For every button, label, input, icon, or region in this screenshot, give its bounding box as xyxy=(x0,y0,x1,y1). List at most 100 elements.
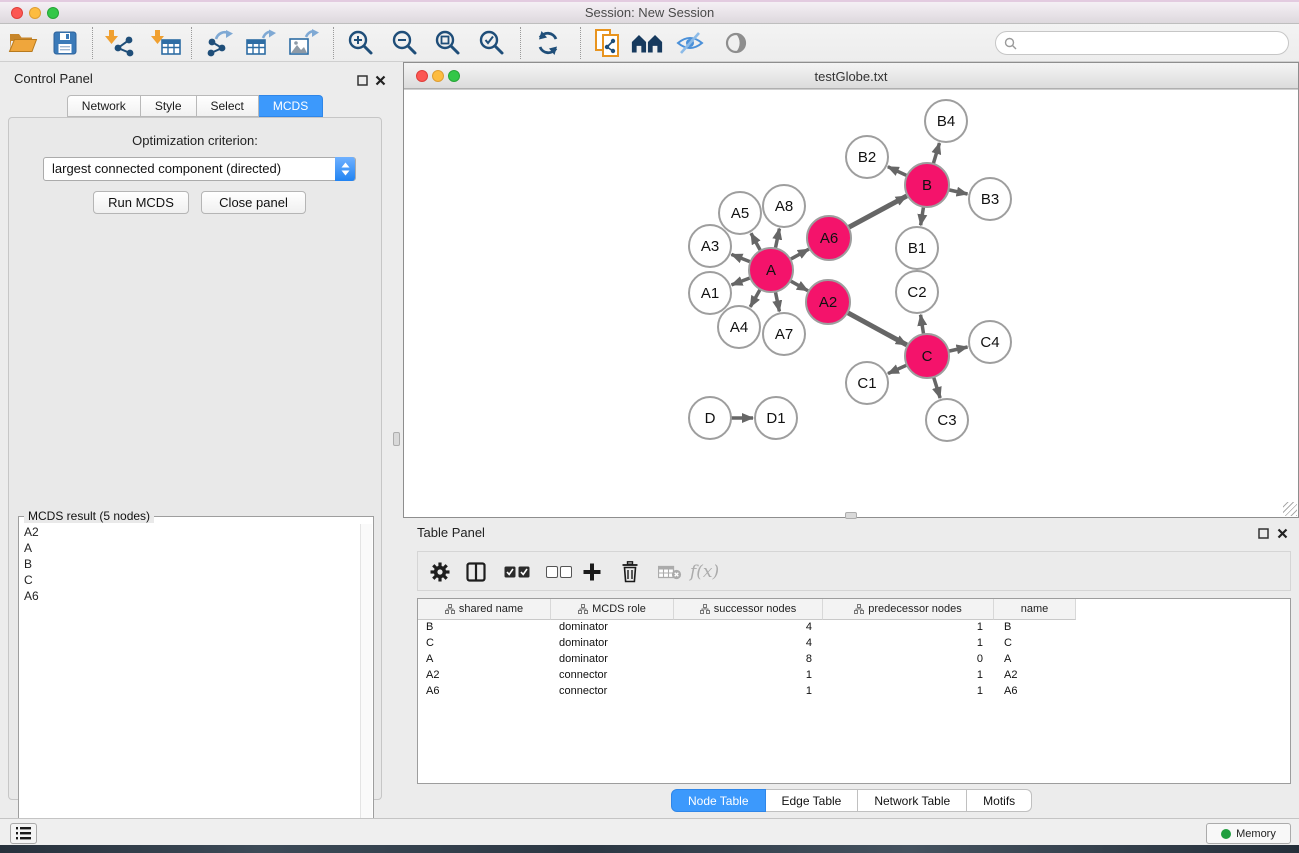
graph-node-label-A: A xyxy=(766,262,776,279)
table-cell-mcds-role[interactable]: dominator xyxy=(559,653,608,665)
tab-select[interactable]: Select xyxy=(197,95,259,117)
toolbar-separator xyxy=(580,27,581,59)
status-bar: Memory xyxy=(0,818,1299,845)
table-cell-mcds-role[interactable]: dominator xyxy=(559,637,608,649)
network-column-icon xyxy=(578,604,588,614)
table-panel-title: Table Panel xyxy=(417,525,485,540)
table-cell-predecessor-nodes[interactable]: 0 xyxy=(977,653,983,665)
mcds-result-item[interactable]: A2 xyxy=(20,524,362,540)
graph-edge-A6-B[interactable] xyxy=(846,196,907,229)
node-table[interactable]: shared name MCDS role successor nodes pr… xyxy=(417,598,1291,784)
tab-mcds[interactable]: MCDS xyxy=(259,95,323,117)
table-cell-successor-nodes[interactable]: 4 xyxy=(806,621,812,633)
table-cell-predecessor-nodes[interactable]: 1 xyxy=(977,621,983,633)
table-cell-name[interactable]: B xyxy=(1004,621,1011,633)
optimization-criterion-select[interactable]: largest connected component (directed) xyxy=(43,157,356,181)
tab-network-table[interactable]: Network Table xyxy=(858,789,967,812)
tab-network[interactable]: Network xyxy=(67,95,141,117)
zoom-in-icon[interactable] xyxy=(344,28,378,58)
table-row[interactable]: Bdominator 4 1 B xyxy=(418,620,1290,636)
task-history-button[interactable] xyxy=(10,823,37,844)
resize-grip[interactable] xyxy=(1283,502,1297,516)
table-row[interactable]: A2 connector 1 1 A2 xyxy=(418,668,1290,684)
float-panel-icon[interactable] xyxy=(357,73,368,91)
show-column-panel-icon[interactable] xyxy=(466,560,486,584)
zoom-selected-icon[interactable] xyxy=(475,28,509,58)
table-cell-predecessor-nodes[interactable]: 1 xyxy=(977,685,983,697)
close-panel-button[interactable]: Close panel xyxy=(201,191,306,214)
column-header-predecessor-nodes[interactable]: predecessor nodes xyxy=(823,599,994,620)
memory-button[interactable]: Memory xyxy=(1206,823,1291,844)
table-cell-predecessor-nodes[interactable]: 1 xyxy=(977,669,983,681)
run-mcds-button[interactable]: Run MCDS xyxy=(93,191,189,214)
table-cell-successor-nodes[interactable]: 8 xyxy=(806,653,812,665)
export-table-icon[interactable] xyxy=(244,28,278,58)
table-row[interactable]: Cdominator 4 1 C xyxy=(418,636,1290,652)
result-scrollbar[interactable] xyxy=(360,524,372,848)
mcds-result-item[interactable]: A6 xyxy=(20,588,362,604)
network-graph[interactable]: B4B2BB3A5A8A6A3B1AA1C2A2A4A7CC4C1C3DD1 xyxy=(404,90,1298,518)
tab-style[interactable]: Style xyxy=(141,95,197,117)
table-cell-shared-name[interactable]: A6 xyxy=(426,685,439,697)
open-session-icon[interactable] xyxy=(6,28,40,58)
mcds-result-list[interactable]: A2ABCA6 xyxy=(20,524,362,848)
table-cell-successor-nodes[interactable]: 1 xyxy=(806,669,812,681)
table-cell-name[interactable]: A xyxy=(1004,653,1011,665)
deselect-all-columns-icon[interactable] xyxy=(546,560,572,584)
h-divider-drag-handle[interactable] xyxy=(845,512,857,519)
mcds-result-item[interactable]: A xyxy=(20,540,362,556)
tab-motifs[interactable]: Motifs xyxy=(967,789,1032,812)
graph-node-label-C2: C2 xyxy=(907,284,926,301)
table-cell-name[interactable]: A2 xyxy=(1004,669,1017,681)
column-header-successor-nodes[interactable]: successor nodes xyxy=(674,599,823,620)
zoom-fit-icon[interactable] xyxy=(431,28,465,58)
float-table-panel-icon[interactable] xyxy=(1258,526,1269,544)
tab-edge-table[interactable]: Edge Table xyxy=(766,789,859,812)
graph-edge-A2-C[interactable] xyxy=(845,311,907,345)
network-canvas[interactable]: B4B2BB3A5A8A6A3B1AA1C2A2A4A7CC4C1C3DD1 xyxy=(404,89,1298,517)
export-image-icon[interactable] xyxy=(287,28,321,58)
mcds-result-item[interactable]: C xyxy=(20,572,362,588)
table-settings-gear-icon[interactable] xyxy=(430,560,450,584)
column-header-name[interactable]: name xyxy=(994,599,1076,620)
divider-drag-handle[interactable] xyxy=(393,432,400,446)
network-document-icon[interactable] xyxy=(590,28,624,58)
table-cell-successor-nodes[interactable]: 4 xyxy=(806,637,812,649)
save-session-icon[interactable] xyxy=(48,28,82,58)
table-cell-mcds-role[interactable]: dominator xyxy=(559,621,608,633)
show-all-eye-icon[interactable] xyxy=(719,28,753,58)
import-network-icon[interactable] xyxy=(103,28,137,58)
close-table-panel-icon[interactable] xyxy=(1277,526,1288,544)
table-cell-successor-nodes[interactable]: 1 xyxy=(806,685,812,697)
hide-selected-eye-icon[interactable] xyxy=(673,28,707,58)
first-neighbors-icon[interactable] xyxy=(630,28,664,58)
table-cell-shared-name[interactable]: B xyxy=(426,621,433,633)
table-cell-name[interactable]: A6 xyxy=(1004,685,1017,697)
table-cell-name[interactable]: C xyxy=(1004,637,1012,649)
apply-layout-icon[interactable] xyxy=(531,28,565,58)
delete-column-trash-icon[interactable] xyxy=(620,560,640,584)
search-field[interactable] xyxy=(995,31,1289,55)
close-panel-icon[interactable] xyxy=(375,73,386,91)
table-row[interactable]: Adominator 8 0 A xyxy=(418,652,1290,668)
import-table-icon[interactable] xyxy=(149,28,183,58)
mcds-result-item[interactable]: B xyxy=(20,556,362,572)
tab-node-table[interactable]: Node Table xyxy=(671,789,766,812)
export-network-icon[interactable] xyxy=(202,28,236,58)
column-header-shared-name[interactable]: shared name xyxy=(418,599,551,620)
table-cell-mcds-role[interactable]: connector xyxy=(559,685,607,697)
table-cell-mcds-role[interactable]: connector xyxy=(559,669,607,681)
table-cell-shared-name[interactable]: A2 xyxy=(426,669,439,681)
search-input[interactable] xyxy=(1022,36,1288,50)
table-cell-shared-name[interactable]: A xyxy=(426,653,433,665)
table-cell-predecessor-nodes[interactable]: 1 xyxy=(977,637,983,649)
column-header-mcds-role[interactable]: MCDS role xyxy=(551,599,674,620)
create-column-plus-icon[interactable] xyxy=(582,560,602,584)
select-all-columns-icon[interactable] xyxy=(504,560,530,584)
table-cell-shared-name[interactable]: C xyxy=(426,637,434,649)
table-row[interactable]: A6 connector 1 1 A6 xyxy=(418,684,1290,700)
zoom-out-icon[interactable] xyxy=(388,28,422,58)
panel-divider[interactable] xyxy=(390,62,403,845)
graph-node-label-A7: A7 xyxy=(775,326,793,343)
memory-status-icon xyxy=(1221,829,1231,839)
